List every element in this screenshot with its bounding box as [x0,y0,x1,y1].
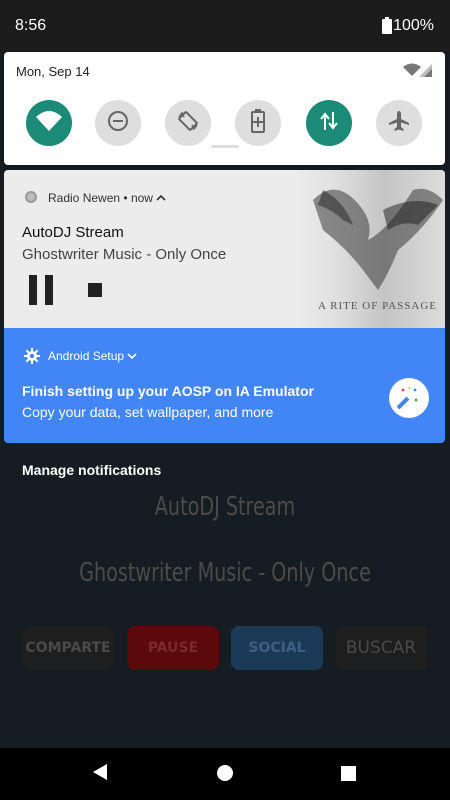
auto-rotate-tile[interactable] [165,100,211,146]
chevron-up-icon[interactable] [156,191,166,205]
album-art-caption: A RITE OF PASSAGE [318,300,437,312]
pause-app-button[interactable]: PAUSE [127,626,219,670]
wifi-tile[interactable] [26,100,72,146]
gear-icon [24,348,40,369]
qs-drag-handle[interactable] [211,145,239,148]
auto-rotate-icon [177,110,199,137]
media-header: Radio Newen • now [48,191,166,205]
buscar-button[interactable]: BUSCAR [335,626,427,670]
setup-header: Android Setup [48,349,137,363]
mobile-data-tile[interactable] [306,100,352,146]
quick-settings-panel: Mon, Sep 14 [4,52,445,165]
media-artist: Ghostwriter Music - Only Once [22,246,227,263]
app-track-title: Ghostwriter Music - Only Once [79,558,371,588]
qs-date: Mon, Sep 14 [16,64,90,79]
media-notification[interactable]: A RITE OF PASSAGE Radio Newen • now Auto… [4,170,445,328]
setup-app-name: Android Setup [48,349,125,363]
pause-button[interactable] [26,274,58,306]
battery-saver-icon [251,108,265,138]
home-icon [217,765,233,781]
recents-icon [341,766,356,781]
setup-text: Copy your data, set wallpaper, and more [22,404,274,420]
comparte-button[interactable]: COMPARTE [22,626,114,670]
header-separator: • [123,191,128,205]
do-not-disturb-tile[interactable] [95,100,141,146]
media-time: now [130,191,153,205]
back-button[interactable] [91,762,109,787]
social-button[interactable]: SOCIAL [231,626,323,670]
status-bar: 8:56 100% [0,0,450,52]
app-stream-title: AutoDJ Stream [154,492,296,522]
battery-saver-tile[interactable] [235,100,281,146]
battery-icon [382,17,392,39]
pause-icon [29,275,53,305]
data-transfer-icon [319,110,339,137]
manage-notifications-button[interactable]: Manage notifications [22,462,161,478]
setup-title: Finish setting up your AOSP on IA Emulat… [22,383,314,399]
media-title: AutoDJ Stream [22,224,124,241]
status-time: 8:56 [15,17,47,34]
navigation-bar [0,748,450,800]
battery-percent: 100% [393,17,434,34]
album-art: A RITE OF PASSAGE [293,170,445,328]
setup-wizard-icon [389,378,429,418]
airplane-mode-tile[interactable] [376,100,422,146]
setup-notification[interactable]: Android Setup Finish setting up your AOS… [4,328,445,443]
airplane-icon [388,110,410,137]
chevron-down-icon[interactable] [127,349,137,363]
stop-button[interactable] [88,283,102,297]
back-icon [93,764,107,780]
wifi-icon [36,110,62,136]
radio-app-icon [25,191,37,203]
home-button[interactable] [217,765,233,786]
signal-icon [403,63,433,82]
do-not-disturb-icon [107,110,129,137]
recents-button[interactable] [341,766,356,786]
media-app-name: Radio Newen [48,191,121,205]
